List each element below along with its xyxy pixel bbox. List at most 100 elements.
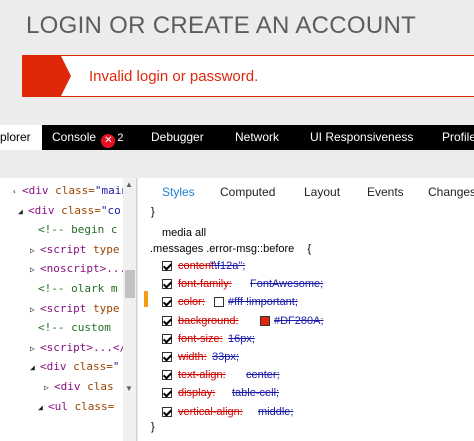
- error-message-text: Invalid login or password.: [89, 68, 259, 85]
- subtab-styles[interactable]: Styles: [162, 185, 195, 199]
- dom-tree-node[interactable]: ◢ <div class="co: [18, 201, 121, 220]
- property-value[interactable]: "\f12a";: [210, 258, 245, 275]
- selector-text: .messages .error-msg::before: [150, 243, 295, 255]
- scroll-up-icon[interactable]: ▲: [125, 180, 133, 189]
- property-name[interactable]: display:: [178, 385, 215, 402]
- previous-rule-close: }: [151, 206, 155, 218]
- dom-tree-node[interactable]: <!-- begin c: [38, 220, 117, 239]
- scroll-down-icon[interactable]: ▼: [125, 384, 133, 393]
- page-area: LOGIN OR CREATE AN ACCOUNT Invalid login…: [0, 0, 474, 125]
- styles-subtab-bar: Styles Computed Layout Events Changes: [138, 178, 474, 205]
- dom-scrollbar[interactable]: ▲ ▼: [123, 178, 136, 441]
- tab-console[interactable]: Console ✕ 2: [52, 125, 124, 150]
- tab-label: Console: [52, 130, 97, 144]
- property-name[interactable]: vertical-align:: [178, 404, 243, 421]
- property-name[interactable]: color:: [178, 294, 205, 311]
- expand-toggle-icon[interactable]: ◢: [18, 202, 28, 221]
- property-value[interactable]: 16px;: [228, 331, 255, 348]
- dom-tree-node[interactable]: ▷ <script>...</s: [30, 338, 133, 357]
- property-name[interactable]: width:: [178, 349, 207, 366]
- tag-name: <script: [40, 301, 93, 315]
- tab-label: Profile: [442, 130, 474, 144]
- property-name[interactable]: background:: [178, 313, 239, 330]
- expand-toggle-icon[interactable]: ◢: [30, 358, 40, 377]
- media-label: media all: [162, 227, 207, 239]
- property-value[interactable]: center;: [246, 367, 280, 384]
- property-value[interactable]: 33px;: [212, 349, 239, 366]
- property-name[interactable]: text-align:: [178, 367, 226, 384]
- tag-name: <div: [54, 380, 88, 393]
- selector-brace: {: [307, 243, 312, 255]
- rule-selector[interactable]: .messages .error-msg::before {: [150, 243, 311, 255]
- tag-name: <ul: [48, 399, 75, 413]
- subtab-layout[interactable]: Layout: [304, 185, 340, 199]
- subtab-computed[interactable]: Computed: [220, 185, 275, 199]
- dom-tree-pane[interactable]: ◢ <ul class= ▷ <div clas ◢ <div class=" ▷ <scri…: [0, 178, 137, 441]
- attr-name: type: [92, 301, 120, 315]
- tab-label: plorer: [0, 130, 31, 144]
- dom-tree-node[interactable]: <!-- olark m: [38, 279, 117, 298]
- property-checkbox[interactable]: [162, 370, 172, 381]
- tab-dom-explorer[interactable]: plorer: [0, 125, 42, 150]
- attr-name: clas: [87, 380, 114, 393]
- property-value[interactable]: middle;: [258, 404, 293, 421]
- tab-ui-responsiveness[interactable]: UI Responsiveness: [310, 125, 413, 150]
- property-name[interactable]: font-size:: [178, 331, 223, 348]
- dom-comment: <!-- begin c: [38, 223, 118, 237]
- attr-name: type: [92, 242, 120, 256]
- color-swatch-icon[interactable]: [260, 315, 270, 326]
- attr-name: class=: [55, 184, 95, 197]
- expand-toggle-icon[interactable]: ▷: [30, 260, 40, 279]
- dom-tree-node[interactable]: <!-- custom: [38, 318, 111, 337]
- property-value[interactable]: table-cell;: [232, 385, 279, 402]
- subtab-changes[interactable]: Changes: [428, 185, 474, 199]
- error-message-box: Invalid login or password.: [22, 55, 474, 97]
- tag-name: <div: [28, 203, 62, 217]
- changed-marker: [144, 291, 148, 307]
- dom-tree-node[interactable]: ◢ <ul class=: [38, 397, 114, 416]
- dom-comment: <!-- olark m: [38, 282, 118, 295]
- property-name[interactable]: font-family:: [178, 276, 232, 293]
- attr-name: class=: [74, 399, 115, 413]
- expand-toggle-icon[interactable]: ‹: [12, 182, 22, 201]
- dom-tree-node[interactable]: ▷ <script type: [30, 299, 119, 318]
- subtab-events[interactable]: Events: [367, 185, 404, 199]
- property-checkbox[interactable]: [162, 315, 172, 326]
- property-checkbox[interactable]: [162, 388, 172, 399]
- attr-name: class=: [61, 203, 101, 217]
- tag-name: <div: [40, 360, 74, 374]
- tab-debugger[interactable]: Debugger: [151, 125, 204, 150]
- expand-toggle-icon[interactable]: ▷: [30, 241, 40, 260]
- rule-close: }: [151, 421, 155, 433]
- property-value[interactable]: FontAwesome;: [250, 276, 323, 293]
- color-swatch-icon[interactable]: [214, 297, 224, 308]
- property-checkbox[interactable]: [162, 352, 172, 362]
- property-checkbox[interactable]: [162, 333, 172, 344]
- page-title: LOGIN OR CREATE AN ACCOUNT: [26, 12, 417, 39]
- property-checkbox[interactable]: [162, 406, 172, 417]
- tab-profiler[interactable]: Profile: [442, 125, 474, 150]
- dom-tree-node[interactable]: ▷ <noscript>...<: [30, 259, 133, 278]
- property-checkbox[interactable]: [162, 297, 172, 308]
- scrollbar-thumb[interactable]: [125, 270, 135, 298]
- expand-toggle-icon[interactable]: ▷: [30, 339, 40, 358]
- property-checkbox[interactable]: [162, 279, 172, 290]
- property-checkbox[interactable]: [162, 261, 172, 271]
- tag-name: <noscript: [40, 262, 100, 276]
- dom-tree-node[interactable]: ◢ <div class=": [30, 357, 120, 376]
- expand-toggle-icon[interactable]: ▷: [30, 300, 40, 319]
- tab-network[interactable]: Network: [235, 125, 279, 150]
- attr-value: ": [112, 360, 120, 374]
- property-value[interactable]: #fff !important;: [228, 294, 298, 311]
- expand-toggle-icon[interactable]: ▷: [44, 378, 54, 397]
- tag-name: <div: [22, 184, 56, 197]
- dom-tree-node[interactable]: ▷ <script type: [30, 240, 119, 259]
- property-value[interactable]: #DF280A;: [274, 313, 324, 330]
- dom-comment: <!-- custom: [38, 321, 111, 335]
- expand-toggle-icon[interactable]: ◢: [38, 398, 48, 417]
- tab-label: Debugger: [151, 130, 204, 144]
- tag-name: <script: [40, 242, 93, 256]
- dom-tree-node[interactable]: ▷ <div clas: [44, 377, 114, 396]
- dom-tree-node[interactable]: ‹ <div class="main": [12, 181, 135, 200]
- devtools-tab-bar: plorer Console ✕ 2 Debugger Network UI Re…: [0, 125, 474, 150]
